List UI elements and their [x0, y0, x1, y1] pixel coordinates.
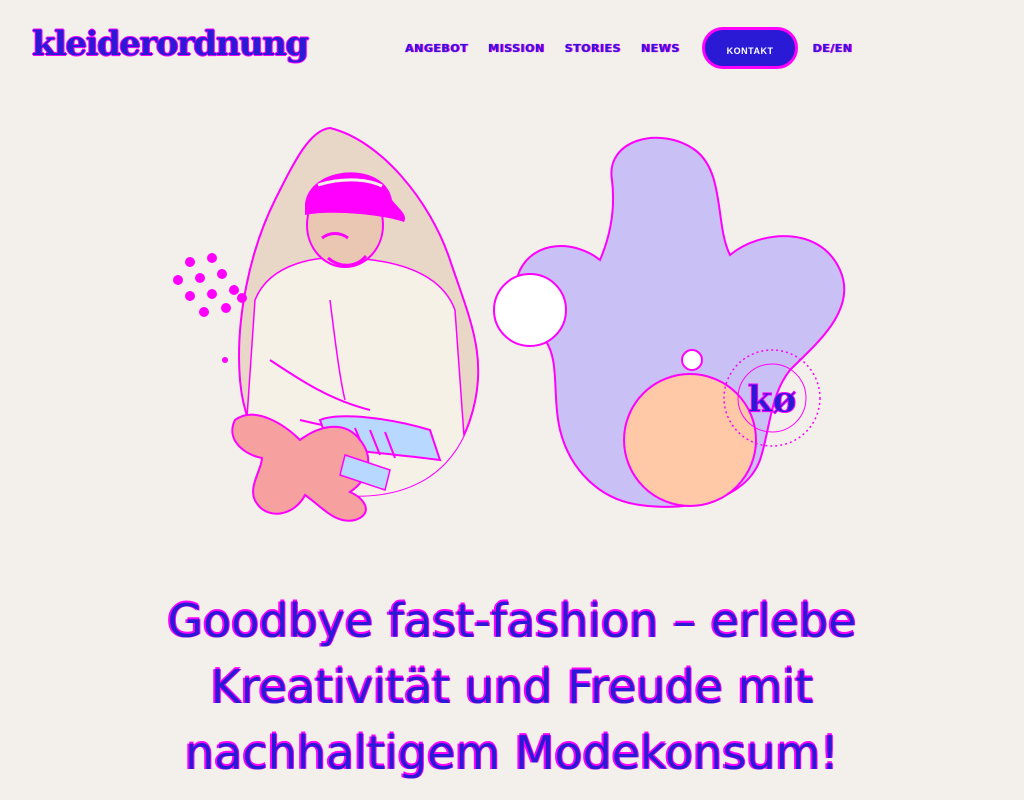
- headline-line-3: nachhaltigem Modekonsum!: [185, 726, 839, 780]
- headline-line-2: Kreativität und Freude mit: [210, 660, 814, 714]
- badge-initials: kø: [748, 379, 797, 421]
- dots-pattern: [173, 253, 247, 363]
- peach-circle: [623, 373, 757, 507]
- hero-headline: Goodbye fast-fashion – erlebe Kreativitä…: [112, 588, 912, 786]
- hero-illustration: kø: [173, 126, 846, 522]
- headline-line-1: Goodbye fast-fashion – erlebe: [167, 594, 857, 648]
- page: kleiderordnung ANGEBOT MISSION STORIES N…: [0, 0, 1024, 800]
- white-circle: [493, 273, 567, 347]
- small-white-dot: [681, 349, 703, 371]
